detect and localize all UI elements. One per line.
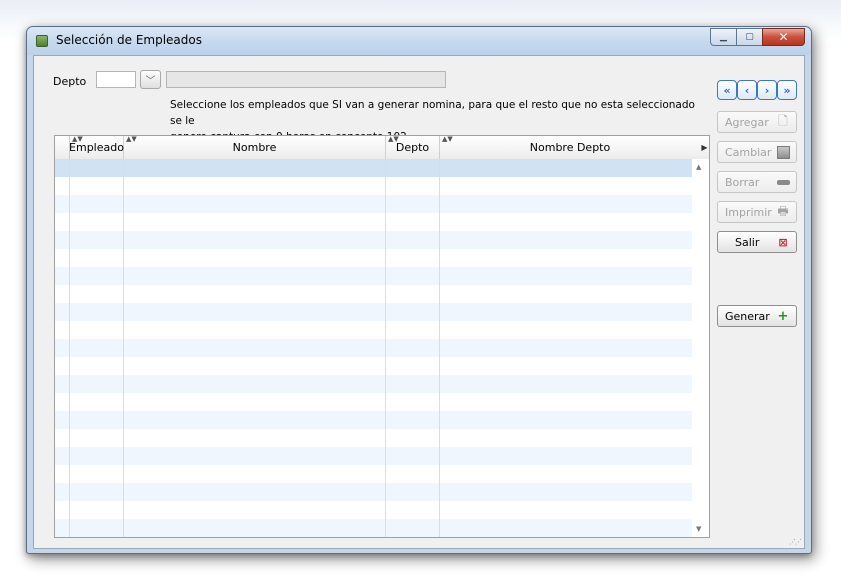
table-row[interactable] xyxy=(55,357,692,375)
grid-line xyxy=(385,159,386,537)
last-record-button[interactable]: » xyxy=(777,80,797,100)
table-row[interactable] xyxy=(55,447,692,465)
close-red-icon: ⊠ xyxy=(778,235,788,249)
depto-label: Depto xyxy=(53,75,87,88)
maximize-icon: ▢ xyxy=(745,32,754,42)
column-header-nombre-depto[interactable]: ▲▼ Nombre Depto xyxy=(440,136,700,159)
table-row[interactable] xyxy=(55,411,692,429)
client-area: Depto ﹀ Seleccione los empleados que SI … xyxy=(33,55,805,549)
scroll-right-icon[interactable]: ▶ xyxy=(700,136,709,159)
instructions-line-1: Seleccione los empleados que SI van a ge… xyxy=(170,99,695,127)
table-row[interactable] xyxy=(55,177,692,195)
table-row[interactable] xyxy=(55,249,692,267)
table-row[interactable] xyxy=(55,213,692,231)
resize-grip-icon[interactable]: ⋰⋰ xyxy=(789,538,802,546)
depto-dropdown-button[interactable]: ﹀ xyxy=(140,70,161,89)
first-icon: « xyxy=(723,83,731,97)
table-row[interactable] xyxy=(55,501,692,519)
column-header-label: Depto xyxy=(395,141,430,154)
grid-line xyxy=(69,159,70,537)
sort-icon: ▲▼ xyxy=(442,135,453,143)
previous-record-button[interactable]: ‹ xyxy=(737,80,757,100)
grid-line xyxy=(123,159,124,537)
grid-header: ▲▼ Empleado ▲▼ Nombre ▲▼ Depto ▲▼ Nombre… xyxy=(55,136,709,160)
minimize-button[interactable]: ▁ xyxy=(710,28,736,46)
column-header-depto[interactable]: ▲▼ Depto xyxy=(386,136,440,159)
table-row[interactable] xyxy=(55,483,692,501)
generar-label: Generar xyxy=(725,309,770,323)
sort-icon: ▲▼ xyxy=(126,135,137,143)
depto-name-field xyxy=(166,71,446,88)
prev-icon: ‹ xyxy=(744,83,750,97)
table-row[interactable] xyxy=(55,159,692,177)
table-row[interactable] xyxy=(55,321,692,339)
window-controls: ▁ ▢ ✕ xyxy=(710,28,805,46)
window-title: Selección de Empleados xyxy=(56,33,202,47)
cambiar-label: Cambiar xyxy=(725,145,772,159)
close-icon: ✕ xyxy=(778,30,789,44)
printer-icon: 🖶 xyxy=(777,203,789,218)
minus-icon xyxy=(776,175,790,189)
next-icon: › xyxy=(764,83,770,97)
title-bar[interactable]: Selección de Empleados ▁ ▢ ✕ xyxy=(27,27,811,55)
sort-icon: ▲▼ xyxy=(388,135,399,143)
borrar-label: Borrar xyxy=(725,175,760,189)
borrar-button[interactable]: Borrar xyxy=(717,171,797,193)
first-record-button[interactable]: « xyxy=(717,80,737,100)
table-row[interactable] xyxy=(55,519,692,537)
scroll-up-icon[interactable]: ▲ xyxy=(696,163,701,171)
record-navigator: « ‹ › » xyxy=(717,80,797,100)
grid-line xyxy=(439,159,440,537)
table-row[interactable] xyxy=(55,231,692,249)
salir-label: Salir xyxy=(735,235,760,249)
column-header-label: Nombre Depto xyxy=(529,141,611,154)
sort-icon: ▲▼ xyxy=(72,135,83,143)
column-header-empleado[interactable]: ▲▼ Empleado xyxy=(69,135,124,159)
last-icon: » xyxy=(783,83,791,97)
cambiar-button[interactable]: Cambiar xyxy=(717,141,797,163)
table-row[interactable] xyxy=(55,375,692,393)
row-indicator-header xyxy=(55,136,70,159)
table-row[interactable] xyxy=(55,195,692,213)
column-header-label: Nombre xyxy=(232,141,277,154)
imprimir-label: Imprimir xyxy=(725,205,772,219)
next-record-button[interactable]: › xyxy=(757,80,777,100)
generar-button[interactable]: Generar + xyxy=(717,305,797,327)
close-button[interactable]: ✕ xyxy=(762,28,805,46)
column-header-nombre[interactable]: ▲▼ Nombre xyxy=(124,136,386,159)
edit-icon xyxy=(776,145,790,159)
table-row[interactable] xyxy=(55,285,692,303)
dialog-window: Selección de Empleados ▁ ▢ ✕ Depto ﹀ Sel… xyxy=(26,26,812,554)
agregar-label: Agregar xyxy=(725,115,769,129)
vertical-scrollbar[interactable]: ▲ ▼ xyxy=(692,159,709,537)
salir-button[interactable]: Salir ⊠ xyxy=(717,231,797,253)
plus-green-icon: + xyxy=(777,308,789,324)
grid-body xyxy=(55,159,692,537)
chevron-down-icon: ﹀ xyxy=(145,76,156,87)
table-row[interactable] xyxy=(55,267,692,285)
employees-grid[interactable]: ▲▼ Empleado ▲▼ Nombre ▲▼ Depto ▲▼ Nombre… xyxy=(54,135,710,538)
table-row[interactable] xyxy=(55,429,692,447)
table-row[interactable] xyxy=(55,339,692,357)
agregar-button[interactable]: Agregar 🗋 xyxy=(717,111,797,133)
table-row[interactable] xyxy=(55,393,692,411)
table-row[interactable] xyxy=(55,303,692,321)
depto-code-input[interactable] xyxy=(96,71,136,88)
minimize-icon: ▁ xyxy=(720,32,727,42)
maximize-button[interactable]: ▢ xyxy=(736,28,762,46)
app-icon xyxy=(36,35,48,47)
imprimir-button[interactable]: Imprimir 🖶 xyxy=(717,201,797,223)
table-row[interactable] xyxy=(55,465,692,483)
scroll-down-icon[interactable]: ▼ xyxy=(696,525,701,533)
new-document-icon: 🗋 xyxy=(778,113,788,128)
